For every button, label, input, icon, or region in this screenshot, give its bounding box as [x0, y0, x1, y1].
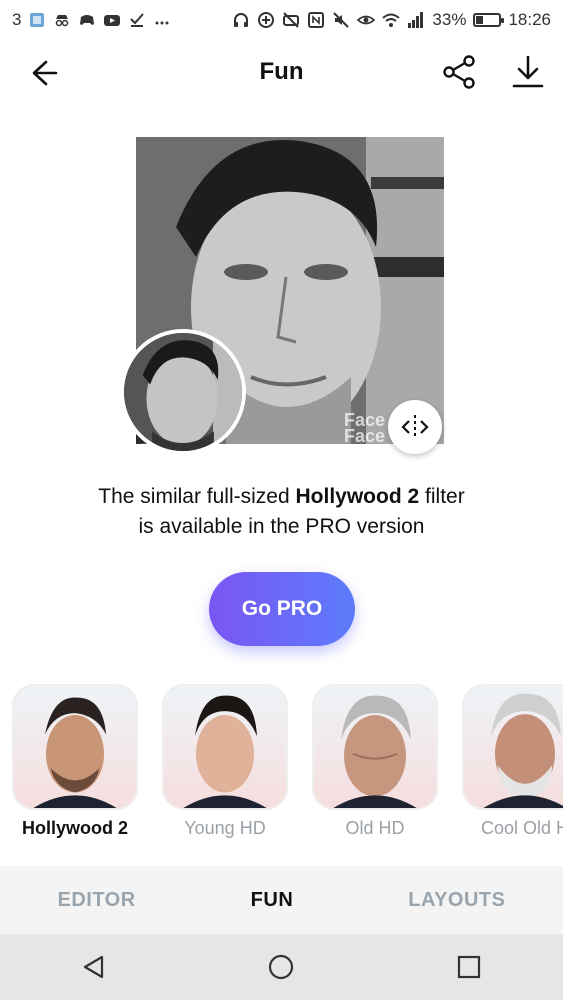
- filter-label: Old HD: [345, 818, 405, 838]
- original-portrait-image: [124, 333, 242, 451]
- message-prefix: The similar full-sized: [98, 485, 296, 508]
- circle-home-icon: [269, 954, 294, 980]
- pro-message-line2: is available in the PRO version: [138, 515, 425, 538]
- young-hd-face-image: [183, 695, 267, 808]
- message-suffix: filter: [419, 485, 465, 508]
- system-nav-bar: [0, 934, 563, 1000]
- youtube-icon: [103, 11, 121, 29]
- filter-thumbnail: [462, 684, 563, 810]
- headphones-icon: [232, 11, 250, 29]
- signal-icon: [407, 11, 425, 29]
- download-button[interactable]: [508, 52, 548, 92]
- battery-percent: 33%: [432, 10, 467, 29]
- go-pro-button[interactable]: Go PRO: [209, 572, 355, 646]
- filter-thumbnail: [312, 684, 438, 810]
- pro-message-line1: The similar full-sized Hollywood 2 filte…: [40, 482, 523, 512]
- pro-message: The similar full-sized Hollywood 2 filte…: [40, 482, 523, 542]
- original-thumbnail[interactable]: [120, 329, 246, 455]
- status-right: 33% 18:26: [232, 10, 551, 30]
- incognito-icon: [53, 11, 71, 29]
- mute-icon: [332, 11, 350, 29]
- share-button[interactable]: [440, 52, 480, 92]
- battery-icon: [473, 13, 505, 27]
- status-time: 18:26: [508, 10, 551, 29]
- status-bar: 3 33% 18:26: [0, 0, 563, 40]
- game-icon: [78, 11, 96, 29]
- filter-carousel: Hollywood 2 Young HD Old HD Cool Old H: [12, 684, 563, 844]
- filter-item-hollywood-2[interactable]: Hollywood 2: [12, 684, 138, 839]
- do-not-disturb-icon: [282, 11, 300, 29]
- nav-recents-button[interactable]: [449, 947, 489, 987]
- tab-layouts[interactable]: LAYOUTS: [408, 889, 505, 912]
- message-filter-name: Hollywood 2: [295, 485, 420, 508]
- compare-slider-handle[interactable]: [388, 400, 442, 454]
- filter-label: Young HD: [184, 818, 266, 838]
- watermark-text: Face Face: [344, 410, 386, 446]
- battery-fill: [476, 16, 484, 24]
- check-icon: [128, 11, 146, 29]
- filter-label: Cool Old H: [480, 818, 563, 838]
- filter-item-old-hd[interactable]: Old HD: [312, 684, 438, 839]
- tab-editor[interactable]: EDITOR: [57, 889, 135, 912]
- wifi-icon: [382, 11, 401, 29]
- status-left: 3: [12, 10, 171, 30]
- filter-thumbnail: [12, 684, 138, 810]
- nav-back-button[interactable]: [74, 947, 114, 987]
- triangle-back-icon: [83, 955, 103, 979]
- bottom-tabs: EDITOR FUN LAYOUTS: [0, 866, 563, 934]
- compare-handle-icon: [401, 415, 429, 439]
- filter-label: Hollywood 2: [21, 818, 128, 838]
- filter-item-cool-old-hd[interactable]: Cool Old H: [462, 684, 563, 839]
- old-hd-face-image: [333, 695, 417, 808]
- hollywood-2-face-image: [33, 697, 117, 808]
- share-icon: [443, 55, 475, 89]
- app-header: Fun: [0, 40, 563, 104]
- image-icon: [28, 11, 46, 29]
- square-recents-icon: [458, 955, 481, 979]
- nav-home-button[interactable]: [261, 947, 301, 987]
- cool-old-hd-face-image: [483, 693, 563, 808]
- filter-item-young-hd[interactable]: Young HD: [162, 684, 288, 839]
- notification-count: 3: [12, 10, 22, 29]
- watermark-line: Face Face: [344, 410, 386, 446]
- eye-icon: [357, 11, 376, 29]
- filter-thumbnail: [162, 684, 288, 810]
- more-icon: [153, 11, 171, 29]
- nfc-icon: [307, 11, 325, 29]
- data-saver-icon: [257, 11, 275, 29]
- tab-fun[interactable]: FUN: [251, 889, 294, 912]
- download-icon: [512, 55, 544, 88]
